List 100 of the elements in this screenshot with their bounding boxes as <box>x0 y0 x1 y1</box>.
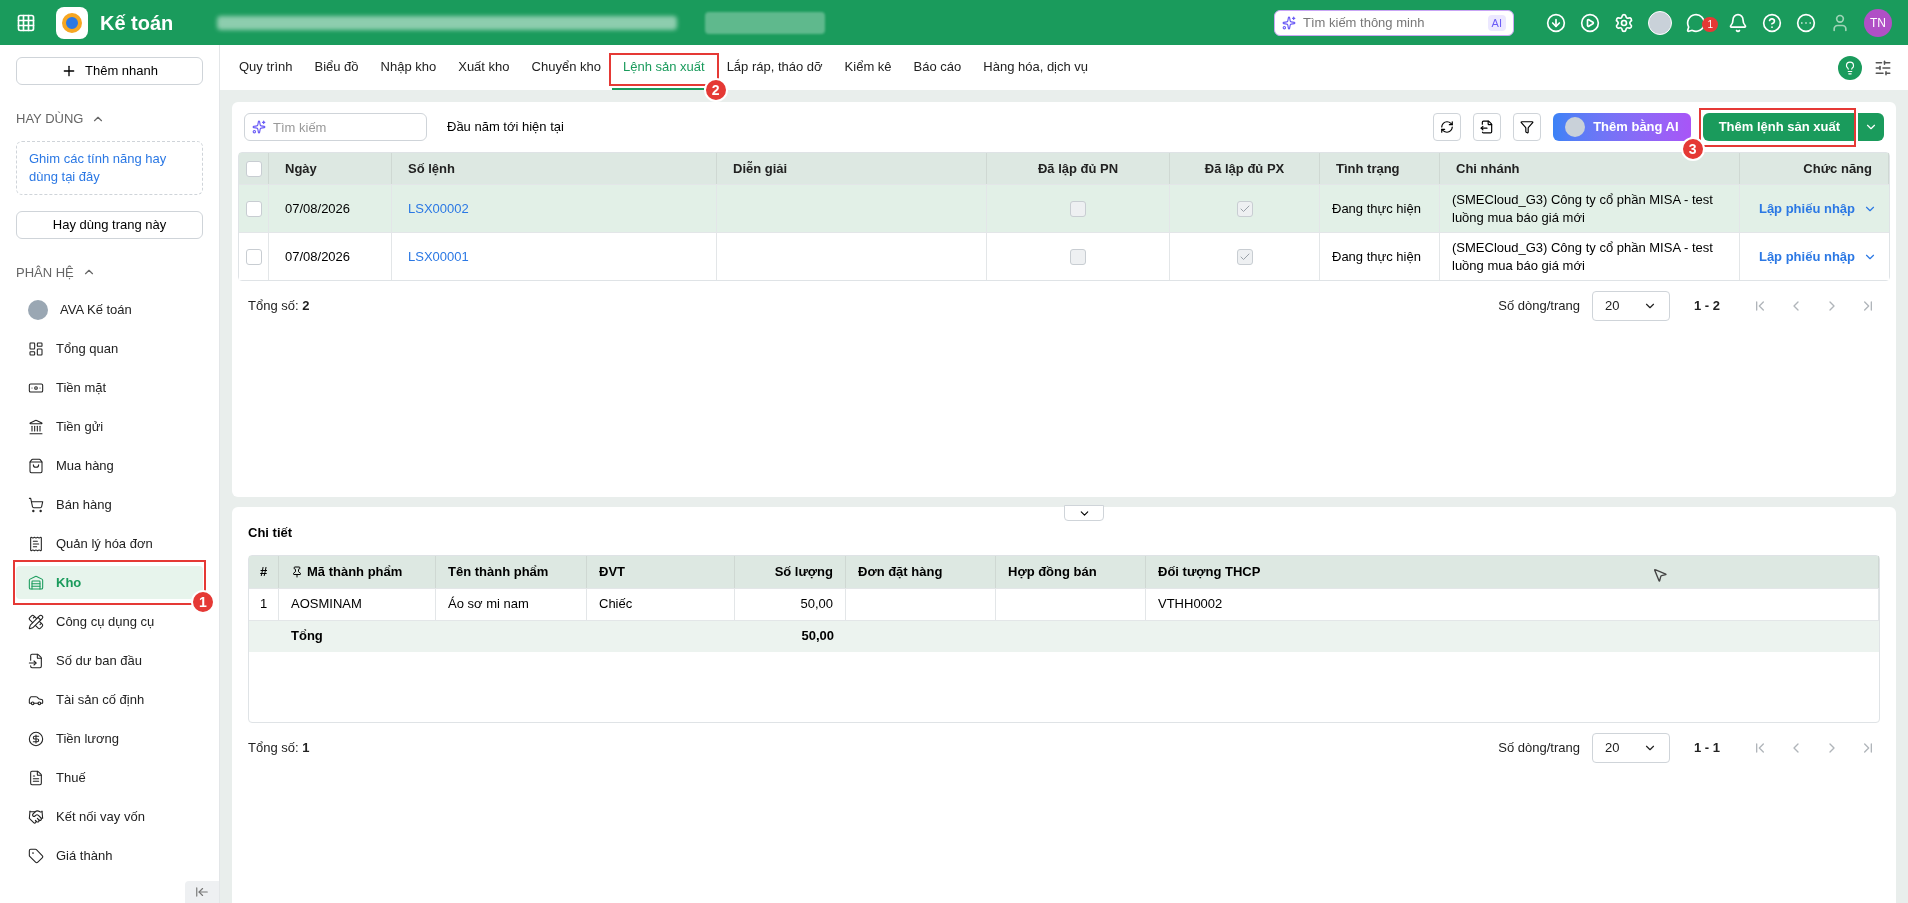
dollar-icon <box>28 730 44 747</box>
more-icon[interactable] <box>1796 12 1816 33</box>
tab[interactable]: Quy trình <box>228 45 304 90</box>
sidebar-item[interactable]: Quản lý hóa đơn <box>16 527 203 560</box>
sidebar-item[interactable]: Mua hàng <box>16 449 203 482</box>
sidebar-item[interactable]: Tiền gửi <box>16 410 203 443</box>
ruler-pencil-icon <box>28 613 44 630</box>
quick-add-button[interactable]: Thêm nhanh <box>16 57 203 85</box>
row-checkbox[interactable] <box>245 248 262 265</box>
total-count: Tổng số: 1 <box>248 738 310 757</box>
sparkle-search-icon <box>252 120 266 134</box>
tab[interactable]: Chuyển kho <box>520 45 612 90</box>
row-checkbox[interactable] <box>245 200 262 217</box>
column-header: Tên thành phẩm <box>448 562 549 581</box>
sidebar-item[interactable]: Bán hàng <box>16 488 203 521</box>
table-cell-text: Chiếc <box>599 595 633 614</box>
app-logo-icon[interactable] <box>56 6 88 39</box>
table-cell-text: (SMECloud_G3) Công ty cổ phần MISA - test luồng mua báo giá mới <box>1452 190 1714 227</box>
user-icon[interactable] <box>1830 12 1850 33</box>
tab[interactable]: Báo cáo <box>902 45 973 90</box>
action-link[interactable]: Lập phiếu nhập <box>1758 198 1855 219</box>
play-icon[interactable] <box>1580 12 1600 33</box>
sidebar-item[interactable]: Tiền lương <box>16 722 203 755</box>
total-count: Tổng số: 2 <box>248 297 310 316</box>
bank-icon <box>28 418 44 435</box>
tab[interactable]: Xuất kho <box>447 45 521 90</box>
tab[interactable]: Kiểm kê <box>833 45 903 90</box>
dropdown-button[interactable] <box>1858 113 1884 141</box>
page-size-select[interactable]: 20 <box>1592 732 1670 763</box>
table-cell-text: 1 <box>259 595 268 614</box>
order-link[interactable]: LSX00001 <box>408 246 469 267</box>
period-label[interactable]: Đầu năm tới hiện tại <box>447 117 564 137</box>
user-avatar[interactable]: TN <box>1864 8 1892 37</box>
favorites-hint: Ghim các tính năng hay dùng tại đây <box>16 140 203 195</box>
column-header: Đơn đặt hàng <box>858 562 943 581</box>
export-button[interactable] <box>1473 113 1502 141</box>
page-range: 1 - 1 <box>1694 738 1720 757</box>
sidebar-item[interactable]: Số dư ban đầu <box>16 644 203 677</box>
apps-grid-icon[interactable] <box>16 12 36 33</box>
section-title: Chi tiết <box>248 524 293 542</box>
chat-icon[interactable] <box>1686 12 1706 33</box>
table-row[interactable]: 07/08/2026 LSX00001 Đang thực hiện (SMECloud_G3) Công ty cổ phần MISA - test luồng mua báo giá mới Lập phiếu nhập <box>239 232 1889 280</box>
tab[interactable]: Nhập kho <box>369 45 448 90</box>
help-icon[interactable] <box>1762 12 1782 33</box>
avatar-silhouette <box>1565 117 1586 137</box>
pin-icon[interactable] <box>291 565 303 578</box>
collapse-sidebar-icon[interactable] <box>185 881 219 903</box>
refresh-button[interactable] <box>1433 113 1462 141</box>
sidebar-item[interactable]: Kết nối vay vốn <box>16 800 203 833</box>
sliders-icon[interactable] <box>1874 58 1892 77</box>
add-order-button[interactable]: Thêm lệnh sản xuất <box>1702 113 1856 141</box>
table-cell-text: 50,00 <box>800 595 833 614</box>
tab[interactable]: Hàng hóa, dịch vụ <box>972 45 1100 90</box>
tab[interactable]: Biểu đồ <box>303 45 370 90</box>
table-row[interactable]: 07/08/2026 LSX00002 Đang thực hiện (SMECloud_G3) Công ty cổ phần MISA - test luồng mua báo giá mới Lập phiếu nhập <box>239 184 1889 232</box>
page-size-select[interactable]: 20 <box>1592 291 1670 321</box>
filter-button[interactable] <box>1513 113 1542 141</box>
sidebar-item[interactable]: Thuế <box>16 761 203 794</box>
table-cell-text: Đang thực hiện <box>1332 247 1421 266</box>
column-header: Mã thành phẩm <box>307 562 403 581</box>
document-icon <box>28 769 44 786</box>
sparkle-search-icon <box>1282 15 1296 30</box>
add-with-ai-button[interactable]: Thêm bằng AI <box>1553 113 1691 141</box>
column-header: Đối tượng THCP <box>1158 562 1261 581</box>
table-cell-text: 07/08/2026 <box>285 199 351 218</box>
column-header: ĐVT <box>599 562 625 581</box>
page-size-label: Số dòng/trang <box>1498 738 1580 757</box>
export-icon <box>1480 120 1495 134</box>
order-link[interactable]: LSX00002 <box>408 198 469 219</box>
modules-header[interactable]: PHÂN HỆ <box>16 262 203 282</box>
refresh-icon <box>1440 120 1455 134</box>
sidebar-item[interactable]: Giá thành <box>16 839 203 872</box>
table-cell-text: Áo sơ mi nam <box>448 595 529 614</box>
step-number-badge: 1 <box>191 590 215 614</box>
dashboard-icon <box>28 340 44 357</box>
column-header: Số lượng <box>774 562 833 581</box>
table-cell-text: VTHH0002 <box>1158 595 1223 614</box>
sidebar-item[interactable]: Tổng quan <box>16 332 203 365</box>
bell-icon[interactable] <box>1728 12 1748 33</box>
tag-icon <box>28 847 44 864</box>
avatar-silhouette[interactable] <box>1648 10 1672 35</box>
favorites-header[interactable]: HAY DÙNG <box>16 109 203 129</box>
pin-page-button[interactable]: Hay dùng trang này <box>16 210 203 239</box>
settings-icon[interactable] <box>1614 12 1634 33</box>
app-title: Kế toán <box>100 10 174 36</box>
download-icon[interactable] <box>1546 12 1566 33</box>
step-number-badge: 2 <box>703 78 728 102</box>
sidebar-item[interactable]: AVA Kế toán <box>16 293 203 326</box>
sidebar-item[interactable]: Tiền mặt <box>16 371 203 404</box>
page-size-label: Số dòng/trang <box>1498 297 1580 316</box>
sidebar-item[interactable]: Tài sản cố định <box>16 683 203 716</box>
notification-count: 1 <box>1702 16 1718 32</box>
plus-icon <box>61 63 77 79</box>
search-field[interactable]: Tìm kiếm <box>244 113 427 141</box>
column-header: Hợp đồng bán <box>1008 562 1097 581</box>
lightbulb-icon[interactable] <box>1838 55 1862 80</box>
collapse-toggle-icon[interactable] <box>1064 505 1104 521</box>
action-link[interactable]: Lập phiếu nhập <box>1758 246 1855 267</box>
avatar-silhouette <box>28 299 48 320</box>
select-all-checkbox[interactable] <box>245 160 262 177</box>
